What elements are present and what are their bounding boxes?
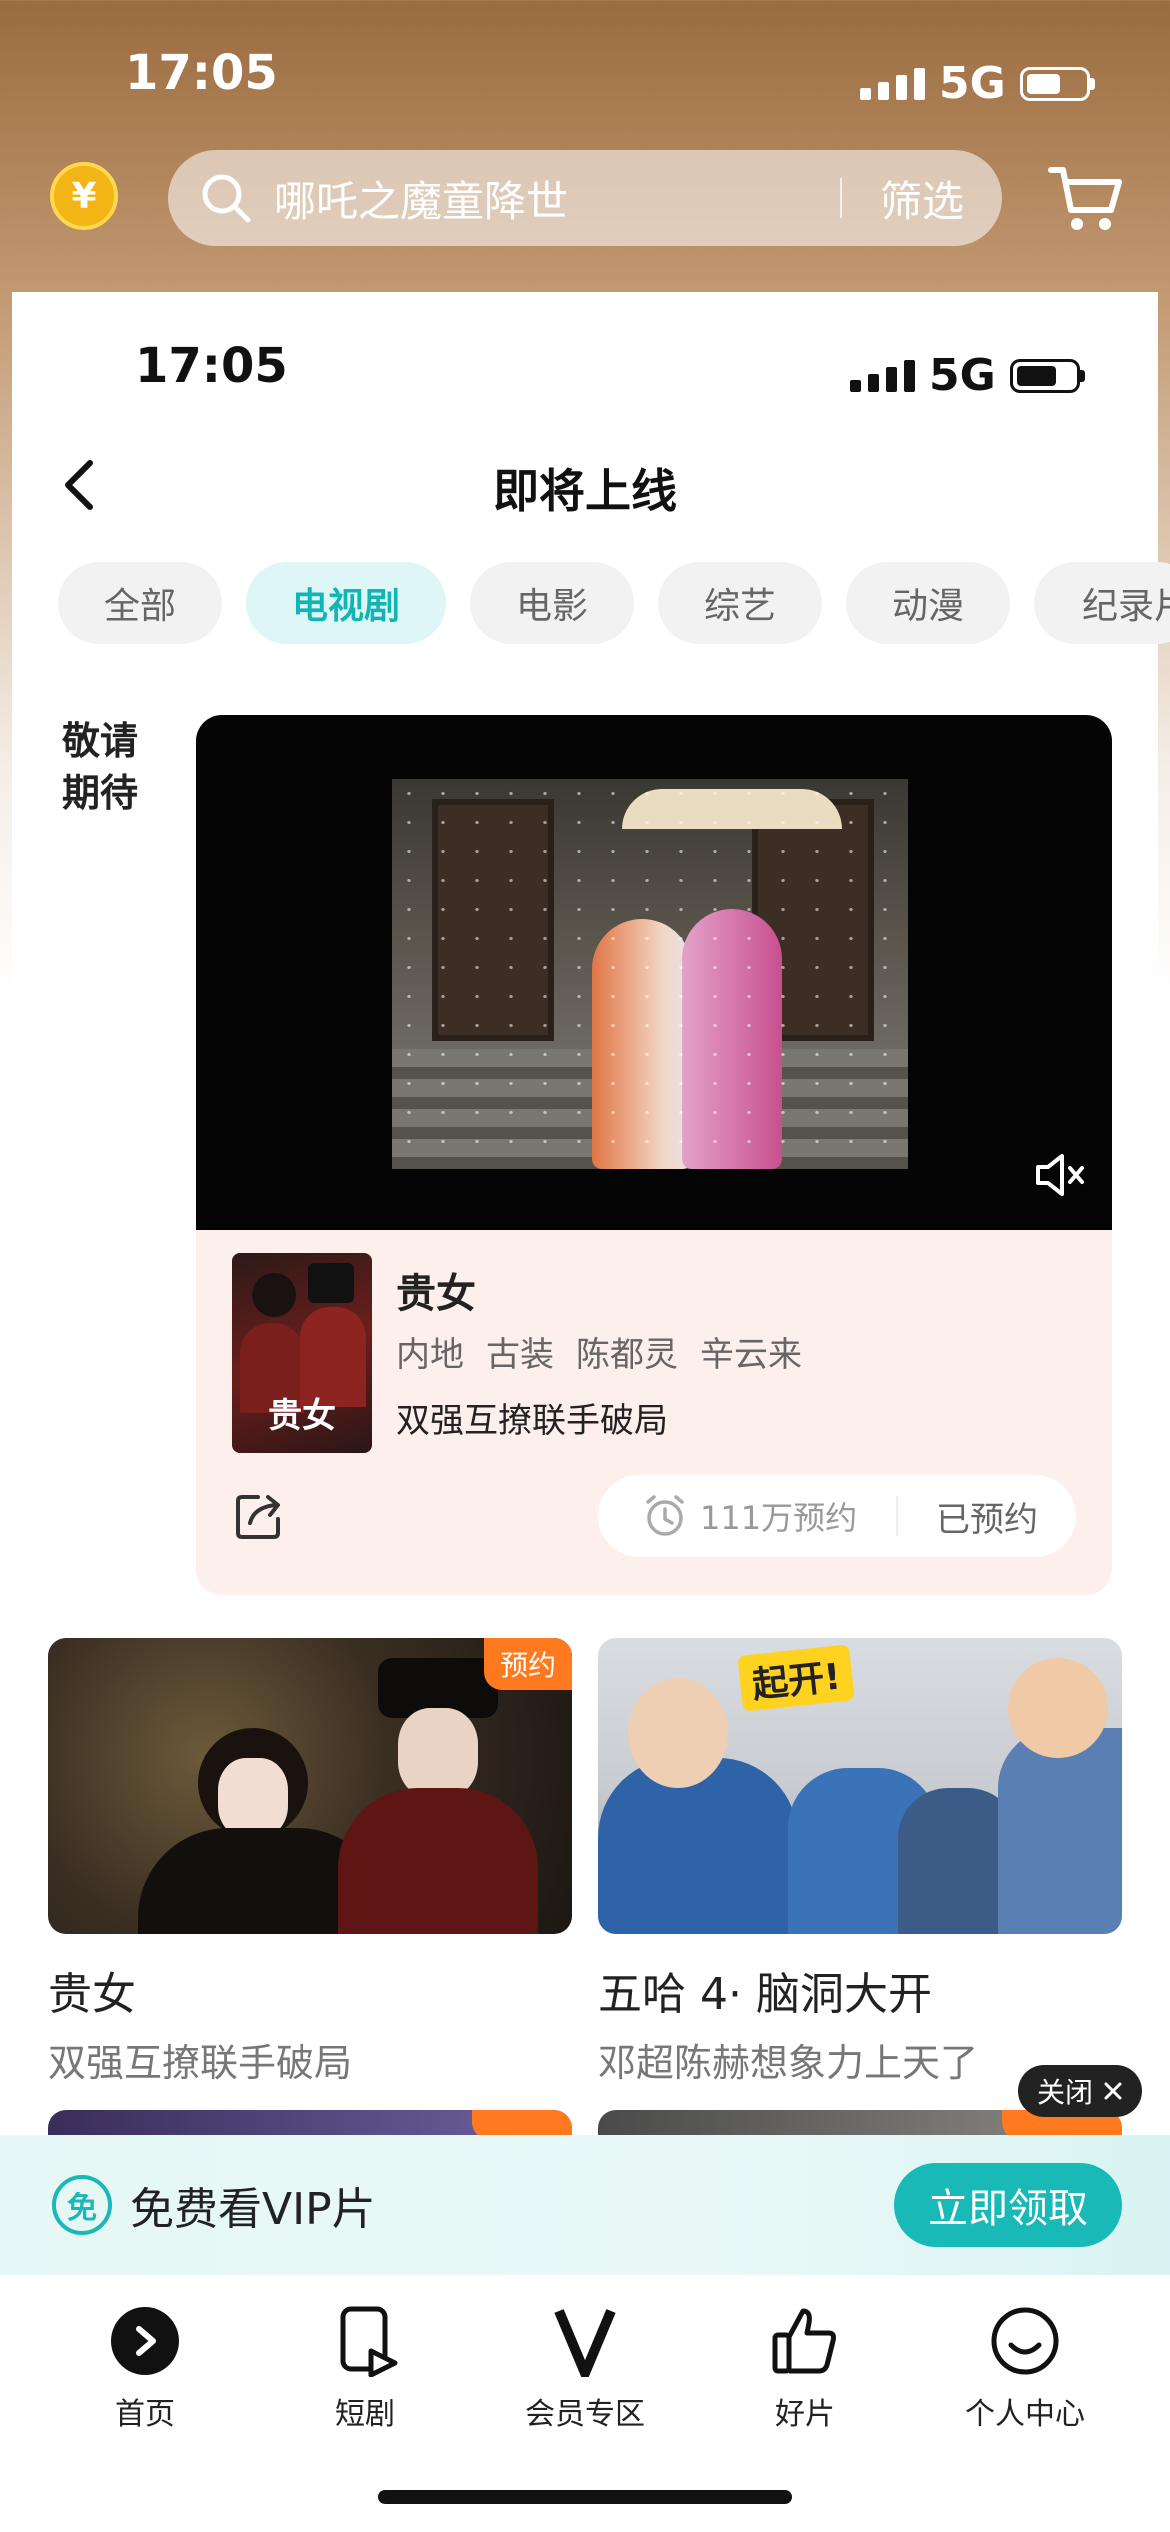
featured-description: 双强互撩联手破局	[396, 1401, 668, 1441]
trailer-video[interactable]	[196, 715, 1112, 1230]
tab-all[interactable]: 全部	[58, 562, 222, 644]
card-thumbnail[interactable]: 预约	[48, 1638, 572, 1934]
tab-tv-series[interactable]: 电视剧	[246, 562, 446, 644]
card-subtitle: 双强互撩联手破局	[48, 2041, 353, 2085]
coming-soon-line2: 期待	[62, 771, 139, 815]
featured-card[interactable]: 贵女 贵女 内地 古装 陈都灵 辛云来 双强互撩联手破局 111万预约 已预约	[196, 715, 1112, 1595]
status-indicators: 5G	[860, 58, 1095, 109]
tab-movies[interactable]: 电影	[470, 562, 634, 644]
featured-tags: 内地 古装 陈都灵 辛云来	[396, 1327, 802, 1376]
reserved-button[interactable]: 已预约	[898, 1492, 1076, 1541]
alarm-clock-icon	[646, 1495, 684, 1536]
coin-icon[interactable]: ¥	[50, 162, 118, 230]
tab-anime[interactable]: 动漫	[846, 562, 1010, 644]
search-placeholder[interactable]: 哪吒之魔童降世	[274, 168, 840, 229]
nav-home-label: 首页	[115, 2397, 175, 2432]
back-arrow-icon[interactable]	[60, 455, 100, 515]
filter-button[interactable]: 筛选	[842, 168, 1002, 229]
nav-profile-label: 个人中心	[965, 2397, 1085, 2432]
smile-face-icon	[991, 2307, 1059, 2375]
vip-banner-text: 免费看VIP片	[130, 2184, 376, 2235]
battery-icon	[1019, 66, 1095, 101]
signal-icon	[860, 67, 925, 100]
inner-network-label: 5G	[929, 350, 996, 401]
nav-home[interactable]: 首页	[45, 2305, 245, 2433]
content-card[interactable]: 起开! 五哈 4· 脑洞大开 邓超陈赫想象力上天了	[598, 1638, 1122, 2087]
home-indicator[interactable]	[378, 2490, 792, 2504]
featured-poster[interactable]: 贵女	[232, 1253, 372, 1453]
reserve-pill: 111万预约 已预约	[598, 1475, 1076, 1557]
reserve-count-text: 111万预约	[700, 1499, 858, 1537]
nav-vip-label: 会员专区	[525, 2397, 645, 2432]
close-label: 关闭	[1036, 2076, 1093, 2109]
search-icon	[202, 174, 251, 223]
featured-tag: 内地	[396, 1335, 464, 1375]
thumbs-up-icon	[772, 2308, 836, 2374]
share-icon[interactable]	[232, 1487, 288, 1543]
poster-title: 贵女	[268, 1396, 336, 1436]
featured-tag: 古装	[486, 1335, 554, 1375]
nav-good-films-label: 好片	[775, 2397, 835, 2432]
card-title[interactable]: 贵女	[48, 1958, 572, 2022]
search-bar[interactable]: 哪吒之魔童降世 筛选	[168, 150, 1002, 246]
category-tabs: 全部 电视剧 电影 综艺 动漫 纪录片	[58, 562, 1170, 644]
featured-title[interactable]: 贵女	[396, 1261, 476, 1319]
content-card[interactable]: 预约 贵女 双强互撩联手破局	[48, 1638, 572, 2087]
free-badge-icon: 免	[52, 2175, 112, 2235]
tab-variety[interactable]: 综艺	[658, 562, 822, 644]
nav-short-drama[interactable]: 短剧	[265, 2305, 465, 2433]
show-logo-text: 起开!	[737, 1644, 856, 1712]
tab-documentary[interactable]: 纪录片	[1034, 562, 1170, 644]
reserve-badge: 预约	[483, 1638, 572, 1690]
trailer-frame	[392, 779, 908, 1169]
close-icon	[1104, 2082, 1122, 2100]
reserve-count: 111万预约	[598, 1493, 896, 1539]
coming-soon-line1: 敬请	[62, 719, 139, 763]
vip-v-icon	[554, 2309, 616, 2386]
close-popup-button[interactable]: 关闭	[1018, 2065, 1142, 2117]
inner-battery-icon	[1009, 358, 1085, 393]
nav-good-films[interactable]: 好片	[705, 2305, 905, 2433]
network-label: 5G	[939, 58, 1006, 109]
nav-short-drama-label: 短剧	[335, 2397, 395, 2432]
coming-soon-label: 敬请 期待	[62, 715, 138, 819]
status-time: 17:05	[125, 45, 278, 101]
short-drama-icon	[340, 2306, 398, 2378]
cart-icon[interactable]	[1045, 160, 1125, 236]
mute-icon[interactable]	[1032, 1150, 1088, 1200]
inner-status-time: 17:05	[135, 338, 288, 394]
card-title[interactable]: 五哈 4· 脑洞大开	[598, 1958, 1122, 2022]
page-title: 即将上线	[493, 464, 677, 518]
claim-button[interactable]: 立即领取	[894, 2163, 1122, 2247]
featured-tag: 辛云来	[700, 1335, 802, 1375]
card-thumbnail[interactable]: 起开!	[598, 1638, 1122, 1934]
inner-status-indicators: 5G	[850, 350, 1085, 401]
nav-profile[interactable]: 个人中心	[925, 2305, 1125, 2433]
nav-vip[interactable]: 会员专区	[485, 2305, 685, 2433]
play-circle-icon	[111, 2307, 179, 2375]
inner-signal-icon	[850, 359, 915, 392]
featured-tag: 陈都灵	[576, 1335, 678, 1375]
vip-banner[interactable]: 免 免费看VIP片 立即领取	[0, 2135, 1170, 2275]
